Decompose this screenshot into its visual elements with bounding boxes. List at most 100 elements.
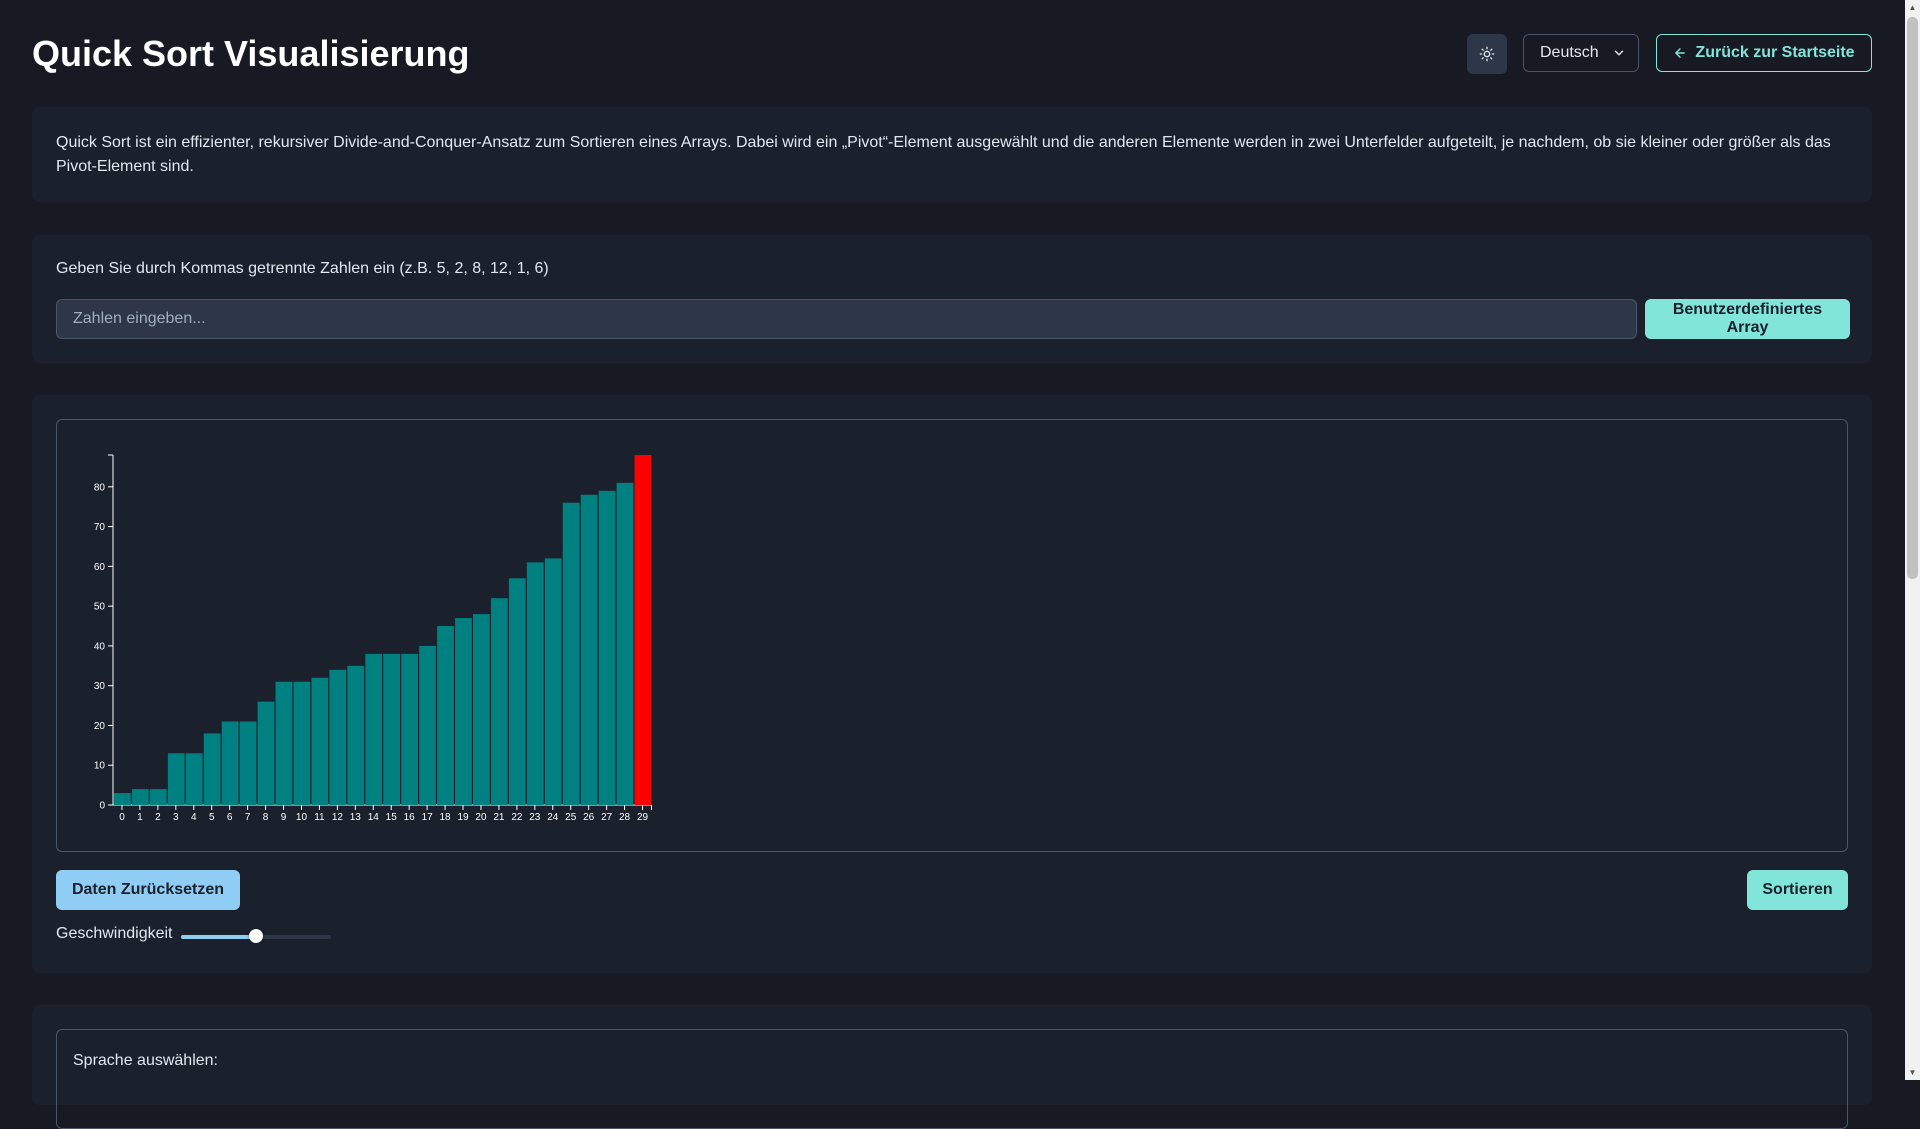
speed-label: Geschwindigkeit <box>56 925 173 942</box>
speed-slider-fill <box>181 935 256 939</box>
language-select-value: Deutsch <box>1540 44 1599 61</box>
bar <box>114 793 131 805</box>
x-tick-label: 16 <box>404 812 416 823</box>
bar <box>149 789 167 805</box>
input-instructions: Geben Sie durch Kommas getrennte Zahlen … <box>56 260 549 277</box>
bar <box>616 482 634 805</box>
y-tick-label: 80 <box>94 482 106 493</box>
y-tick-label: 50 <box>94 602 106 613</box>
y-tick-label: 0 <box>99 801 105 812</box>
language-card: Sprache auswählen: <box>32 1005 1872 1129</box>
x-tick-label: 13 <box>350 812 362 823</box>
x-tick-label: 17 <box>422 812 434 823</box>
x-tick-label: 25 <box>565 812 577 823</box>
speed-slider[interactable] <box>181 929 331 943</box>
x-tick-label: 26 <box>583 812 595 823</box>
bar <box>580 494 598 805</box>
x-tick-label: 8 <box>263 812 269 823</box>
page-title: Quick Sort Visualisierung <box>32 33 470 74</box>
bar <box>401 653 418 805</box>
bar <box>311 677 329 805</box>
bar <box>490 598 508 805</box>
scroll-up-arrow-icon[interactable]: ▲ <box>1905 0 1920 15</box>
language-box: Sprache auswählen: <box>56 1029 1848 1129</box>
bar <box>275 681 293 805</box>
language-select-label: Sprache auswählen: <box>73 1052 218 1069</box>
bar <box>293 681 311 805</box>
x-tick-label: 28 <box>619 812 631 823</box>
y-tick-label: 40 <box>94 641 106 652</box>
arrow-left-icon <box>1675 48 1686 58</box>
bar <box>257 701 275 805</box>
reset-data-button[interactable]: Daten Zurücksetzen <box>56 870 240 910</box>
y-tick-label: 30 <box>94 681 106 692</box>
x-tick-label: 11 <box>314 812 325 823</box>
bar <box>131 789 149 805</box>
bar <box>526 562 544 805</box>
bar <box>239 721 257 805</box>
custom-array-card: Geben Sie durch Kommas getrennte Zahlen … <box>32 235 1872 363</box>
speed-slider-thumb[interactable] <box>249 929 263 943</box>
x-tick-label: 24 <box>547 812 559 823</box>
x-tick-label: 5 <box>209 812 215 823</box>
bar <box>383 653 401 805</box>
x-tick-label: 29 <box>637 812 649 823</box>
x-tick-label: 10 <box>296 812 308 823</box>
x-tick-label: 18 <box>440 812 452 823</box>
bar <box>544 558 562 805</box>
bar <box>437 626 454 805</box>
theme-toggle-button[interactable] <box>1467 34 1507 74</box>
bar <box>347 665 365 805</box>
chart-container: 0 10 20 30 40 50 60 70 80 0 1 2 3 4 5 6 7 8 9 10 11 12 13 14 15 1… <box>56 419 1848 852</box>
bar <box>598 490 616 805</box>
bar <box>562 502 580 805</box>
bar <box>329 669 347 805</box>
scroll-down-arrow-icon[interactable]: ▼ <box>1905 1065 1920 1080</box>
bar <box>185 753 203 805</box>
x-tick-label: 15 <box>386 812 398 823</box>
x-tick-label: 23 <box>529 812 541 823</box>
description-card: Quick Sort ist ein effizienter, rekursiv… <box>32 107 1872 202</box>
x-tick-label: 3 <box>173 812 179 823</box>
bar <box>419 645 436 805</box>
x-tick-label: 6 <box>227 812 233 823</box>
visualization-card: 0 10 20 30 40 50 60 70 80 0 1 2 3 4 5 6 7 8 9 10 11 12 13 14 15 1… <box>32 395 1872 973</box>
y-tick-label: 60 <box>94 562 106 573</box>
y-tick-label: 20 <box>94 721 106 732</box>
language-select[interactable]: Deutsch <box>1523 34 1639 72</box>
bar <box>221 721 239 805</box>
x-tick-label: 1 <box>137 812 143 823</box>
x-tick-label: 20 <box>475 812 487 823</box>
bar <box>365 653 383 805</box>
sort-button[interactable]: Sortieren <box>1747 870 1848 910</box>
bar <box>203 733 221 805</box>
back-to-home-label: Zurück zur Startseite <box>1695 44 1855 61</box>
bar-chart: 010203040506070800 1 2 3 4 5 6 7 8 9 10 11 12 13 14 15 1… <box>94 454 652 823</box>
sun-icon <box>1479 46 1495 62</box>
x-tick-label: 2 <box>155 812 161 823</box>
scrollbar-thumb[interactable] <box>1907 17 1918 579</box>
custom-array-button[interactable]: Benutzerdefiniertes Array <box>1645 299 1850 339</box>
x-tick-label: 9 <box>281 812 287 823</box>
x-tick-label: 12 <box>332 812 344 823</box>
bar <box>473 614 490 805</box>
bar <box>455 618 472 805</box>
numbers-input[interactable] <box>56 299 1637 339</box>
page: Quick Sort Visualisierung Deutsch Zurück… <box>0 0 1905 1129</box>
bar <box>508 578 526 805</box>
y-tick-label: 10 <box>94 761 106 772</box>
page-scrollbar[interactable]: ▲ ▼ <box>1905 0 1920 1080</box>
x-tick-label: 7 <box>245 812 251 823</box>
back-to-home-button[interactable]: Zurück zur Startseite <box>1656 34 1872 72</box>
bar <box>634 455 652 805</box>
x-tick-label: 14 <box>368 812 380 823</box>
x-tick-label: 19 <box>457 812 469 823</box>
chevron-down-icon <box>1614 50 1624 56</box>
x-tick-label: 27 <box>601 812 613 823</box>
y-tick-label: 70 <box>94 522 106 533</box>
x-tick-label: 21 <box>493 812 505 823</box>
x-tick-label: 0 <box>119 812 125 823</box>
description-text: Quick Sort ist ein effizienter, rekursiv… <box>56 134 1831 175</box>
bar <box>167 753 185 805</box>
x-tick-label: 22 <box>511 812 523 823</box>
